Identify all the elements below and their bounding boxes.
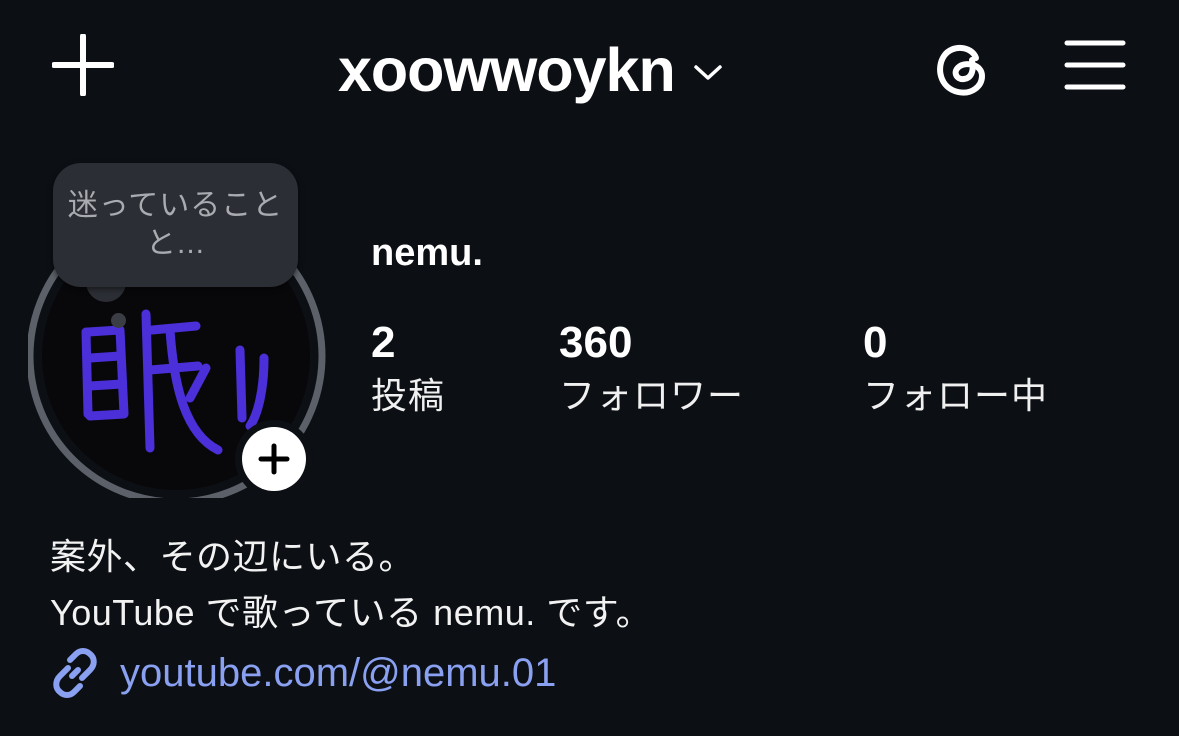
display-name: nemu. [371, 232, 483, 274]
threads-button[interactable] [930, 36, 994, 100]
plus-icon [51, 33, 115, 97]
threads-icon [937, 45, 985, 96]
link-icon [53, 648, 97, 698]
bio-line-2: YouTube で歌っている nemu. です。 [50, 592, 653, 633]
note-bubble-dot [111, 313, 126, 328]
note-bubble[interactable]: 迷っていること と... [53, 163, 298, 287]
note-line-2: と... [145, 227, 205, 260]
note-text: 迷っていること と... [53, 187, 298, 263]
account-switcher[interactable]: xoowwoykn [338, 30, 723, 110]
stat-posts[interactable]: 2 投稿 [371, 318, 445, 424]
chevron-down-icon [693, 65, 722, 80]
note-line-1: 迷っていること [67, 189, 284, 222]
username: xoowwoykn [338, 35, 676, 104]
bio-line-1: 案外、その辺にいる。 [50, 536, 416, 577]
profile-screen: xoowwoykn 迷っていること と... nemu. 2 投稿 360 フォ… [0, 0, 1179, 736]
new-post-button[interactable] [51, 33, 115, 97]
followers-count: 360 [559, 318, 633, 367]
add-story-circle [242, 427, 306, 491]
following-count: 0 [863, 318, 888, 367]
add-story-button[interactable] [235, 420, 313, 498]
following-label: フォロー中 [863, 375, 1049, 416]
posts-count: 2 [371, 318, 396, 367]
link-text: youtube.com/@nemu.01 [120, 650, 557, 695]
menu-button[interactable] [1064, 38, 1126, 92]
followers-label: フォロワー [559, 375, 745, 416]
hamburger-menu-icon [1064, 40, 1126, 90]
plus-icon [258, 443, 290, 475]
stat-following[interactable]: 0 フォロー中 [863, 318, 1048, 424]
posts-label: 投稿 [371, 375, 446, 416]
stat-followers[interactable]: 360 フォロワー [559, 318, 744, 424]
profile-link[interactable]: youtube.com/@nemu.01 [48, 646, 556, 700]
